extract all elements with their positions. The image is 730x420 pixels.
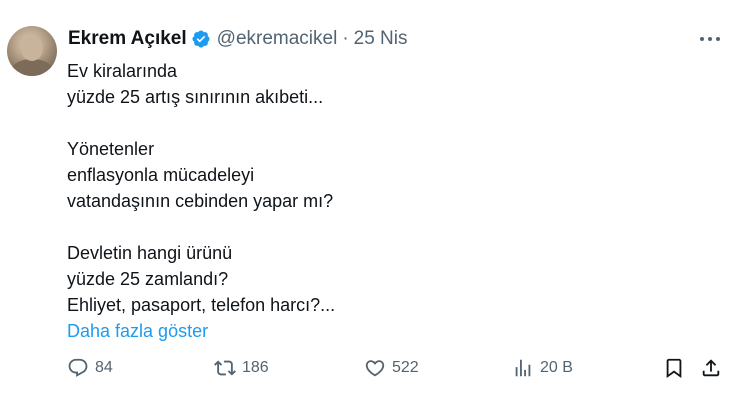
bookmark-icon <box>666 358 682 379</box>
tweet-line: Devletin hangi ürünü <box>67 243 233 263</box>
reply-icon <box>68 358 88 377</box>
author-handle[interactable]: @ekremacikel <box>217 28 338 50</box>
verified-badge-icon[interactable] <box>191 29 211 49</box>
avatar-shoulders <box>11 59 53 76</box>
tweet-header: Ekrem Açıkel @ekremacikel · 25 Nis <box>68 28 408 50</box>
author-name[interactable]: Ekrem Açıkel <box>68 28 187 50</box>
avatar-face <box>21 35 43 61</box>
separator-dot: · <box>342 28 349 49</box>
like-button[interactable]: 522 <box>364 356 419 380</box>
like-count: 522 <box>392 359 419 376</box>
share-button[interactable] <box>700 356 722 380</box>
views-count: 20 B <box>540 359 573 376</box>
share-icon <box>702 359 720 377</box>
bookmark-button[interactable] <box>663 356 685 380</box>
tweet-date[interactable]: 25 Nis <box>354 28 408 50</box>
tweet-line: yüzde 25 zamlandı? <box>67 269 229 289</box>
tweet-card[interactable]: Ekrem Açıkel @ekremacikel · 25 Nis Ev ki… <box>0 0 730 420</box>
retweet-count: 186 <box>242 359 269 376</box>
retweet-icon <box>214 360 236 376</box>
avatar[interactable] <box>7 26 57 76</box>
tweet-text: Ev kiralarında yüzde 25 artış sınırının … <box>67 58 335 344</box>
reply-button[interactable]: 84 <box>67 356 113 380</box>
tweet-line: Yönetenler <box>67 139 155 159</box>
retweet-button[interactable]: 186 <box>214 356 269 380</box>
more-options-icon[interactable] <box>700 34 722 44</box>
like-icon <box>365 360 385 377</box>
tweet-line: Ehliyet, pasaport, telefon harcı?... <box>67 295 336 315</box>
tweet-line: vatandaşının cebinden yapar mı? <box>67 191 334 211</box>
reply-count: 84 <box>95 359 113 376</box>
action-bar: 84 186 522 20 B <box>0 356 730 380</box>
tweet-line: enflasyonla mücadeleyi <box>67 165 255 185</box>
views-icon <box>515 359 531 377</box>
show-more-link[interactable]: Daha fazla göster <box>67 318 335 344</box>
tweet-line: Ev kiralarında <box>67 61 178 81</box>
views-button[interactable]: 20 B <box>512 356 573 380</box>
tweet-line: yüzde 25 artış sınırının akıbeti... <box>67 87 324 107</box>
